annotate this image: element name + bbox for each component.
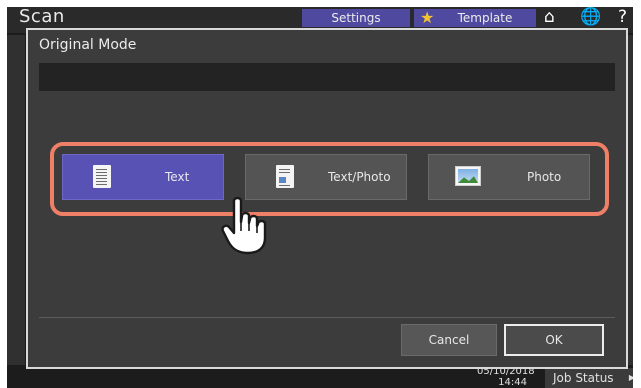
background-panel-left: [7, 35, 25, 365]
template-tab[interactable]: ★ Template: [414, 9, 536, 27]
ok-button[interactable]: OK: [504, 324, 604, 356]
dialog-title: Original Mode: [39, 37, 137, 53]
text-photo-document-icon: [276, 165, 294, 188]
text-photo-mode-button[interactable]: Text/Photo: [245, 154, 407, 200]
photo-icon: [455, 166, 481, 186]
dialog-content: Original Mode Text Text/Photo Photo Canc…: [34, 33, 620, 363]
app-title: Scan: [19, 7, 65, 27]
arrow-right-icon: ▶: [628, 373, 633, 382]
dialog-message-bar: [39, 63, 615, 91]
text-mode-label: Text: [165, 170, 190, 184]
text-document-icon: [93, 165, 111, 188]
photo-mode-label: Photo: [527, 170, 562, 184]
template-tab-label: Template: [457, 11, 513, 25]
job-status-button[interactable]: Job Status ▶: [545, 368, 633, 388]
clock: 05/10/2018 14:44: [477, 366, 535, 388]
home-icon[interactable]: ⌂: [544, 7, 555, 27]
cancel-button[interactable]: Cancel: [401, 324, 497, 356]
clock-time: 14:44: [498, 377, 527, 388]
globe-icon[interactable]: 🌐: [580, 7, 601, 27]
help-icon[interactable]: ?: [618, 7, 627, 27]
text-mode-button[interactable]: Text: [62, 154, 224, 200]
pointer-hand-icon: [221, 196, 267, 255]
text-photo-mode-label: Text/Photo: [328, 170, 391, 184]
job-status-label: Job Status: [553, 371, 614, 385]
original-mode-dialog: Original Mode Text Text/Photo Photo Canc…: [26, 28, 628, 369]
dialog-divider: [39, 317, 615, 318]
settings-tab[interactable]: Settings: [302, 9, 410, 27]
photo-mode-button[interactable]: Photo: [428, 154, 590, 200]
star-icon: ★: [420, 8, 435, 27]
